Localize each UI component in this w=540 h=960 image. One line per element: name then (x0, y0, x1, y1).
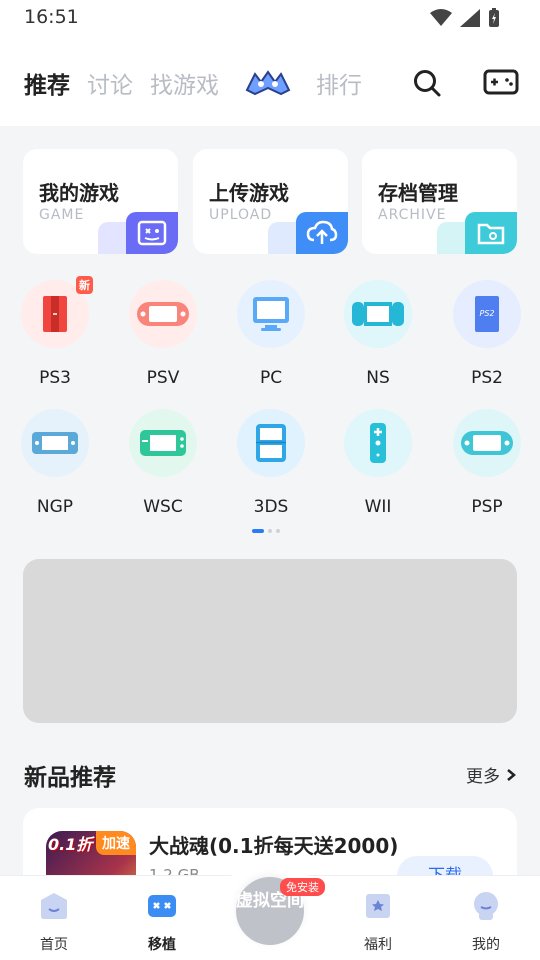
top-nav: 推荐 讨论 找游戏 排行 (0, 36, 540, 126)
platform-label: 3DS (253, 497, 289, 517)
platform-3ds[interactable]: 3DS (231, 409, 311, 517)
platform-ps2[interactable]: PS2 PS2 (447, 280, 527, 388)
platform-ngp[interactable]: NGP (15, 409, 95, 517)
tab-ranking[interactable]: 排行 (316, 66, 362, 100)
cloud-upload-icon (296, 212, 348, 254)
platform-ps3[interactable]: 新 PS3 (15, 276, 95, 388)
platform-psv[interactable]: PSV (123, 280, 203, 388)
wsc-icon (129, 409, 197, 477)
pc-icon (237, 280, 305, 348)
ns-icon (344, 280, 412, 348)
search-icon[interactable] (410, 66, 444, 100)
ps3-icon: 新 (21, 276, 93, 348)
card-title: 我的游戏 (39, 181, 119, 205)
nav-mine[interactable]: 我的 (451, 890, 521, 954)
section-title: 新品推荐 (24, 765, 116, 791)
battery-icon (489, 8, 499, 27)
status-time: 16:51 (24, 6, 79, 28)
controller-icon (148, 895, 176, 917)
pager-dots (252, 529, 280, 533)
platform-wii[interactable]: WII (338, 409, 418, 517)
card-subtitle: UPLOAD (209, 207, 273, 223)
platform-label: WSC (143, 497, 183, 517)
install-free-badge: 免安装 (280, 878, 325, 896)
card-my-games[interactable]: 我的游戏 GAME (23, 149, 178, 254)
card-title: 存档管理 (378, 181, 458, 205)
platform-label: WII (364, 497, 392, 517)
home-icon (41, 893, 67, 919)
nav-label: 福利 (364, 937, 392, 953)
more-label: 更多 (466, 767, 500, 787)
nav-label: 我的 (472, 937, 500, 953)
nav-label: 首页 (40, 937, 68, 953)
platform-pc[interactable]: PC (231, 280, 311, 388)
chevron-right-icon (507, 768, 516, 781)
discount-label: 0.1折 (48, 835, 93, 854)
3ds-icon (237, 409, 305, 477)
tab-find-game[interactable]: 找游戏 (150, 66, 219, 100)
user-avatar-icon (474, 892, 498, 920)
game-controller-icon (126, 212, 178, 254)
nav-welfare[interactable]: 福利 (343, 890, 413, 954)
status-bar: 16:51 (0, 0, 540, 36)
wifi-icon (430, 9, 452, 26)
platform-label: PSP (471, 497, 503, 517)
platform-label: NS (366, 368, 390, 388)
banner-carousel[interactable] (23, 559, 517, 723)
platform-label: PC (259, 368, 283, 388)
gift-card-icon (366, 894, 390, 918)
platform-label: NGP (36, 497, 74, 517)
card-upload-game[interactable]: 上传游戏 UPLOAD (193, 149, 348, 254)
card-subtitle: ARCHIVE (378, 207, 447, 223)
nav-port[interactable]: 移植 (127, 890, 197, 954)
more-link[interactable]: 更多 (466, 762, 516, 787)
ngp-icon (21, 409, 89, 477)
platform-psp[interactable]: PSP (447, 409, 527, 517)
card-title: 上传游戏 (209, 181, 289, 205)
tab-discuss[interactable]: 讨论 (87, 66, 133, 100)
svg-text:PS2: PS2 (480, 309, 495, 318)
status-icons (430, 8, 500, 28)
nav-label: 移植 (148, 937, 176, 953)
speed-tag: 加速 (96, 831, 136, 855)
tab-recommend[interactable]: 推荐 (24, 66, 70, 100)
pager-dot (268, 529, 272, 533)
platform-wsc[interactable]: WSC (123, 409, 203, 517)
new-badge: 新 (76, 276, 93, 294)
gamepad-icon[interactable] (483, 68, 519, 96)
wii-icon (344, 409, 412, 477)
ps2-icon: PS2 (453, 280, 521, 348)
game-logo-icon[interactable] (245, 68, 291, 98)
platform-label: PS2 (471, 368, 503, 388)
psp-icon (453, 409, 521, 477)
pager-dot-active (252, 529, 264, 533)
signal-icon (460, 9, 480, 27)
nav-home[interactable]: 首页 (19, 890, 89, 954)
platform-label: PS3 (39, 368, 71, 388)
platform-label: PSV (146, 368, 180, 388)
pager-dot (276, 529, 280, 533)
folder-icon (465, 212, 517, 254)
platform-ns[interactable]: NS (338, 280, 418, 388)
card-archive[interactable]: 存档管理 ARCHIVE (362, 149, 517, 254)
psv-icon (129, 280, 197, 348)
card-subtitle: GAME (39, 207, 85, 223)
